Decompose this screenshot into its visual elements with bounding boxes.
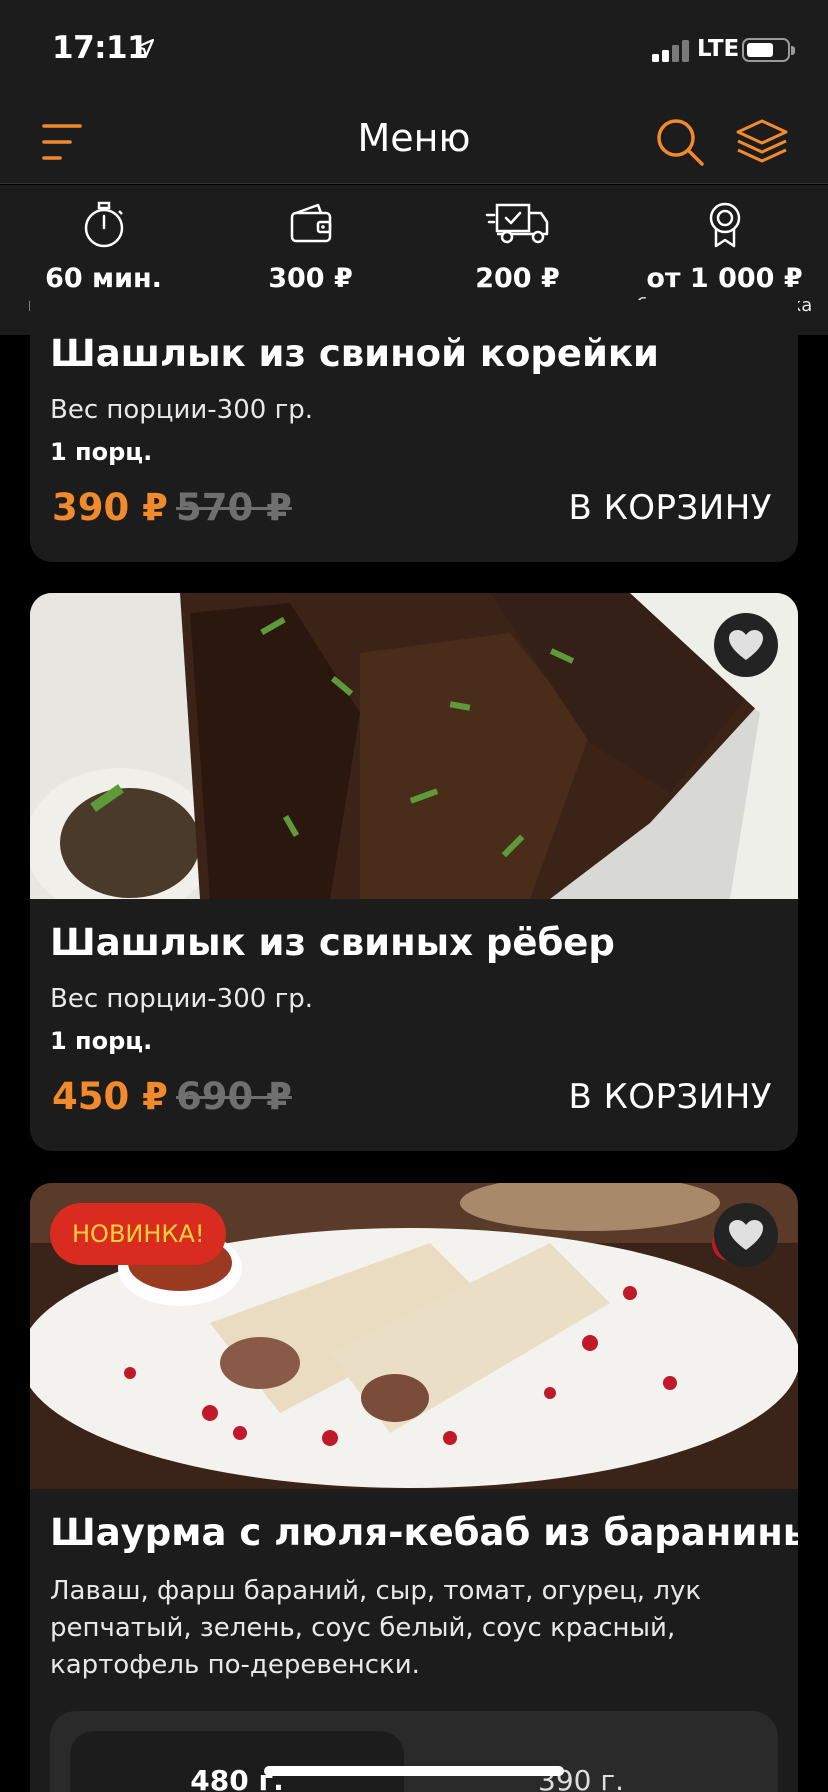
product-price: 450 ₽ — [52, 1075, 168, 1118]
product-price: 390 ₽ — [52, 486, 168, 529]
new-badge: НОВИНКА! — [50, 1203, 227, 1265]
wallet-icon — [290, 203, 331, 243]
info-value: 200 ₽ — [475, 263, 560, 294]
home-indicator — [264, 1766, 564, 1776]
product-card[interactable]: Шашлык из свиных рёбер Вес порции-300 гр… — [30, 593, 798, 1151]
heart-icon — [729, 1220, 763, 1250]
cellular-signal-icon — [652, 40, 690, 62]
search-icon — [657, 119, 704, 166]
layers-icon — [736, 119, 788, 163]
product-portion: 1 порц. — [50, 438, 153, 466]
status-time: 17:11 — [52, 30, 149, 66]
product-description: Вес порции-300 гр. — [50, 984, 313, 1014]
size-option-selected[interactable]: 480 г. — [70, 1731, 404, 1792]
network-type: LTE — [697, 36, 740, 62]
info-value: от 1 000 ₽ — [646, 263, 803, 294]
favorite-button[interactable] — [714, 1203, 778, 1267]
product-title: Шашлык из свиной корейки — [50, 332, 659, 375]
size-option[interactable]: 390 г. — [414, 1731, 748, 1792]
award-icon — [709, 202, 740, 248]
location-arrow-icon — [135, 38, 155, 58]
delivery-truck-icon — [485, 203, 548, 244]
product-old-price: 690 ₽ — [176, 1075, 292, 1118]
product-title: Шаурма с люля-кебаб из баранины — [50, 1511, 798, 1554]
heart-icon — [729, 630, 763, 660]
product-card[interactable]: Шашлык из свиной корейки Вес порции-300 … — [30, 300, 798, 562]
battery-icon — [742, 38, 795, 62]
search-button[interactable] — [650, 112, 710, 172]
product-card[interactable]: НОВИНКА! Шаурма с люля-кебаб из баранины… — [30, 1183, 798, 1792]
categories-button[interactable] — [732, 112, 792, 172]
add-to-cart-button[interactable]: В КОРЗИНУ — [568, 488, 772, 528]
product-photo — [30, 593, 798, 899]
info-value: 300 ₽ — [268, 263, 353, 294]
add-to-cart-button[interactable]: В КОРЗИНУ — [568, 1077, 772, 1117]
stopwatch-icon — [84, 201, 123, 248]
size-selector: 480 г. 390 г. — [50, 1711, 778, 1792]
product-description: Лаваш, фарш бараний, сыр, томат, огурец,… — [50, 1576, 702, 1680]
product-description: Вес порции-300 гр. — [50, 395, 313, 425]
status-bar: 17:11 LTE — [0, 0, 828, 100]
nav-bar: Меню — [0, 100, 828, 184]
product-portion: 1 порц. — [50, 1027, 153, 1055]
product-title: Шашлык из свиных рёбер — [50, 921, 615, 964]
info-value: 60 мин. — [45, 263, 162, 294]
favorite-button[interactable] — [714, 613, 778, 677]
product-old-price: 570 ₽ — [176, 486, 292, 529]
